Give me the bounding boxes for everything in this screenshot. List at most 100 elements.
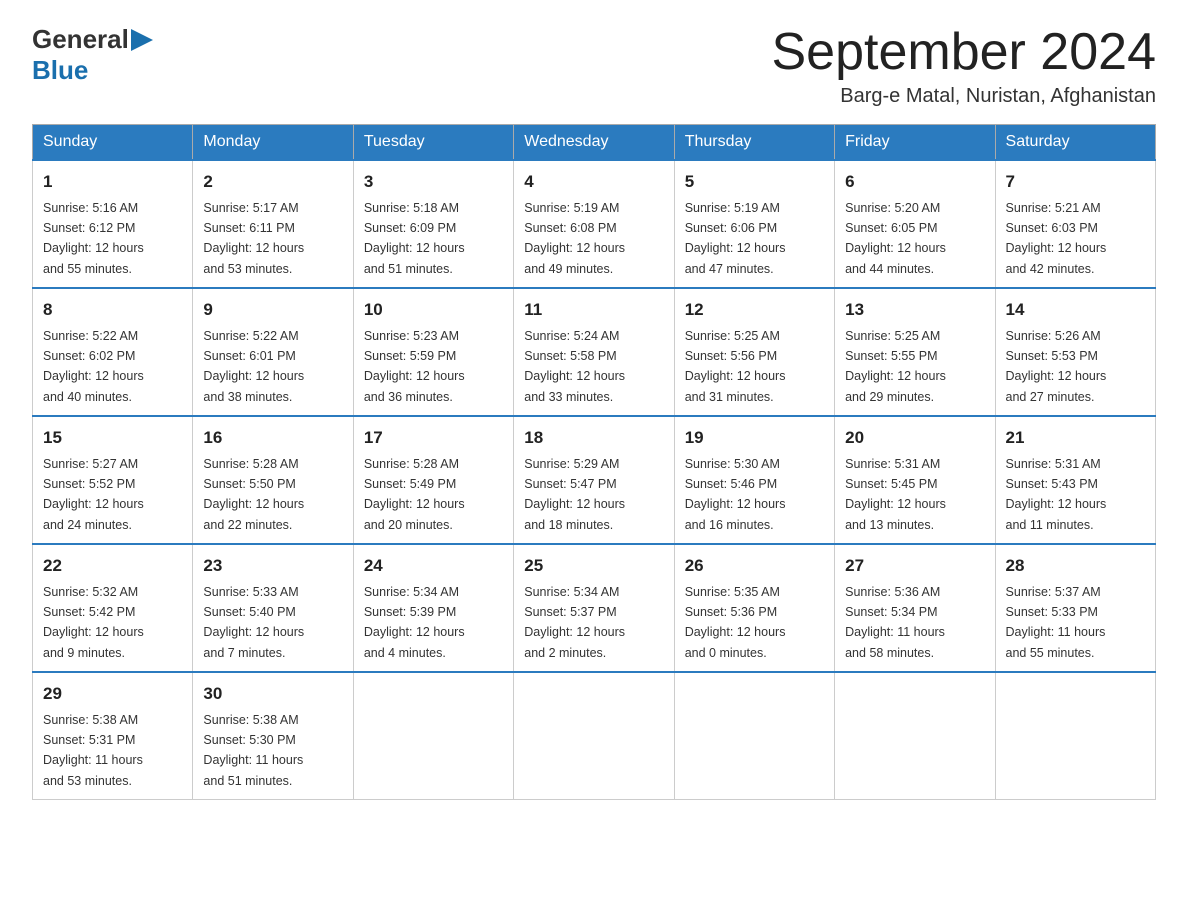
calendar-cell: 11Sunrise: 5:24 AMSunset: 5:58 PMDayligh… [514, 288, 674, 416]
calendar-cell: 7 Sunrise: 5:21 AMSunset: 6:03 PMDaylight… [995, 160, 1155, 288]
day-info: Sunrise: 5:18 AMSunset: 6:09 PMDaylight:… [364, 201, 465, 276]
day-number: 9 [203, 297, 342, 323]
col-header-saturday: Saturday [995, 125, 1155, 161]
day-number: 19 [685, 425, 824, 451]
day-number: 30 [203, 681, 342, 707]
calendar-cell: 30 Sunrise: 5:38 AMSunset: 5:30 PMDayligh… [193, 672, 353, 800]
calendar-cell: 24Sunrise: 5:34 AMSunset: 5:39 PMDayligh… [353, 544, 513, 672]
calendar-table: SundayMondayTuesdayWednesdayThursdayFrid… [32, 124, 1156, 800]
day-info: Sunrise: 5:25 AMSunset: 5:55 PMDaylight:… [845, 329, 946, 404]
calendar-cell: 25 Sunrise: 5:34 AMSunset: 5:37 PMDayligh… [514, 544, 674, 672]
day-info: Sunrise: 5:21 AMSunset: 6:03 PMDaylight:… [1006, 201, 1107, 276]
calendar-cell: 2 Sunrise: 5:17 AMSunset: 6:11 PMDaylight… [193, 160, 353, 288]
day-info: Sunrise: 5:38 AMSunset: 5:30 PMDaylight:… [203, 713, 303, 788]
day-info: Sunrise: 5:20 AMSunset: 6:05 PMDaylight:… [845, 201, 946, 276]
day-info: Sunrise: 5:27 AMSunset: 5:52 PMDaylight:… [43, 457, 144, 532]
day-number: 2 [203, 169, 342, 195]
logo: General Blue [32, 24, 153, 86]
day-info: Sunrise: 5:25 AMSunset: 5:56 PMDaylight:… [685, 329, 786, 404]
calendar-cell: 4 Sunrise: 5:19 AMSunset: 6:08 PMDaylight… [514, 160, 674, 288]
day-number: 23 [203, 553, 342, 579]
calendar-cell: 23 Sunrise: 5:33 AMSunset: 5:40 PMDayligh… [193, 544, 353, 672]
day-number: 4 [524, 169, 663, 195]
day-info: Sunrise: 5:35 AMSunset: 5:36 PMDaylight:… [685, 585, 786, 660]
day-info: Sunrise: 5:17 AMSunset: 6:11 PMDaylight:… [203, 201, 304, 276]
day-info: Sunrise: 5:16 AMSunset: 6:12 PMDaylight:… [43, 201, 144, 276]
day-info: Sunrise: 5:30 AMSunset: 5:46 PMDaylight:… [685, 457, 786, 532]
calendar-cell: 20Sunrise: 5:31 AMSunset: 5:45 PMDayligh… [835, 416, 995, 544]
calendar-cell: 21 Sunrise: 5:31 AMSunset: 5:43 PMDayligh… [995, 416, 1155, 544]
logo-general-text: General [32, 24, 129, 55]
day-info: Sunrise: 5:22 AMSunset: 6:01 PMDaylight:… [203, 329, 304, 404]
day-number: 21 [1006, 425, 1145, 451]
day-info: Sunrise: 5:19 AMSunset: 6:08 PMDaylight:… [524, 201, 625, 276]
calendar-cell: 22 Sunrise: 5:32 AMSunset: 5:42 PMDayligh… [33, 544, 193, 672]
title-block: September 2024 Barg-e Matal, Nuristan, A… [772, 24, 1157, 108]
calendar-cell [514, 672, 674, 800]
calendar-week-row: 8 Sunrise: 5:22 AMSunset: 6:02 PMDaylight… [33, 288, 1156, 416]
calendar-cell [353, 672, 513, 800]
day-info: Sunrise: 5:19 AMSunset: 6:06 PMDaylight:… [685, 201, 786, 276]
day-info: Sunrise: 5:38 AMSunset: 5:31 PMDaylight:… [43, 713, 143, 788]
logo-blue-text: Blue [32, 55, 88, 85]
calendar-cell [674, 672, 834, 800]
calendar-week-row: 1 Sunrise: 5:16 AMSunset: 6:12 PMDaylight… [33, 160, 1156, 288]
calendar-cell: 17Sunrise: 5:28 AMSunset: 5:49 PMDayligh… [353, 416, 513, 544]
col-header-wednesday: Wednesday [514, 125, 674, 161]
col-header-thursday: Thursday [674, 125, 834, 161]
day-number: 1 [43, 169, 182, 195]
day-number: 29 [43, 681, 182, 707]
day-info: Sunrise: 5:31 AMSunset: 5:43 PMDaylight:… [1006, 457, 1107, 532]
day-info: Sunrise: 5:29 AMSunset: 5:47 PMDaylight:… [524, 457, 625, 532]
col-header-tuesday: Tuesday [353, 125, 513, 161]
calendar-cell: 6 Sunrise: 5:20 AMSunset: 6:05 PMDaylight… [835, 160, 995, 288]
calendar-cell: 28Sunrise: 5:37 AMSunset: 5:33 PMDayligh… [995, 544, 1155, 672]
day-info: Sunrise: 5:26 AMSunset: 5:53 PMDaylight:… [1006, 329, 1107, 404]
day-number: 14 [1006, 297, 1145, 323]
calendar-cell: 8 Sunrise: 5:22 AMSunset: 6:02 PMDaylight… [33, 288, 193, 416]
day-number: 18 [524, 425, 663, 451]
col-header-monday: Monday [193, 125, 353, 161]
day-info: Sunrise: 5:34 AMSunset: 5:37 PMDaylight:… [524, 585, 625, 660]
calendar-cell: 27Sunrise: 5:36 AMSunset: 5:34 PMDayligh… [835, 544, 995, 672]
col-header-friday: Friday [835, 125, 995, 161]
day-info: Sunrise: 5:22 AMSunset: 6:02 PMDaylight:… [43, 329, 144, 404]
logo-icon [131, 27, 153, 53]
calendar-week-row: 29 Sunrise: 5:38 AMSunset: 5:31 PMDayligh… [33, 672, 1156, 800]
calendar-cell: 29 Sunrise: 5:38 AMSunset: 5:31 PMDayligh… [33, 672, 193, 800]
day-number: 17 [364, 425, 503, 451]
calendar-header-row: SundayMondayTuesdayWednesdayThursdayFrid… [33, 125, 1156, 161]
day-info: Sunrise: 5:24 AMSunset: 5:58 PMDaylight:… [524, 329, 625, 404]
day-info: Sunrise: 5:36 AMSunset: 5:34 PMDaylight:… [845, 585, 945, 660]
day-info: Sunrise: 5:33 AMSunset: 5:40 PMDaylight:… [203, 585, 304, 660]
calendar-week-row: 15 Sunrise: 5:27 AMSunset: 5:52 PMDayligh… [33, 416, 1156, 544]
calendar-cell: 13 Sunrise: 5:25 AMSunset: 5:55 PMDayligh… [835, 288, 995, 416]
calendar-cell: 9 Sunrise: 5:22 AMSunset: 6:01 PMDaylight… [193, 288, 353, 416]
calendar-cell: 12Sunrise: 5:25 AMSunset: 5:56 PMDayligh… [674, 288, 834, 416]
day-number: 5 [685, 169, 824, 195]
day-number: 3 [364, 169, 503, 195]
day-number: 22 [43, 553, 182, 579]
calendar-week-row: 22 Sunrise: 5:32 AMSunset: 5:42 PMDayligh… [33, 544, 1156, 672]
month-year-title: September 2024 [772, 24, 1157, 81]
calendar-cell: 10Sunrise: 5:23 AMSunset: 5:59 PMDayligh… [353, 288, 513, 416]
day-number: 8 [43, 297, 182, 323]
day-number: 15 [43, 425, 182, 451]
day-number: 20 [845, 425, 984, 451]
day-number: 13 [845, 297, 984, 323]
day-number: 7 [1006, 169, 1145, 195]
day-number: 26 [685, 553, 824, 579]
day-number: 6 [845, 169, 984, 195]
day-info: Sunrise: 5:28 AMSunset: 5:50 PMDaylight:… [203, 457, 304, 532]
calendar-cell: 3 Sunrise: 5:18 AMSunset: 6:09 PMDaylight… [353, 160, 513, 288]
day-info: Sunrise: 5:32 AMSunset: 5:42 PMDaylight:… [43, 585, 144, 660]
day-number: 10 [364, 297, 503, 323]
calendar-cell: 26 Sunrise: 5:35 AMSunset: 5:36 PMDayligh… [674, 544, 834, 672]
calendar-cell: 16Sunrise: 5:28 AMSunset: 5:50 PMDayligh… [193, 416, 353, 544]
calendar-cell [835, 672, 995, 800]
day-number: 28 [1006, 553, 1145, 579]
location-subtitle: Barg-e Matal, Nuristan, Afghanistan [772, 85, 1157, 108]
calendar-cell: 14 Sunrise: 5:26 AMSunset: 5:53 PMDayligh… [995, 288, 1155, 416]
day-number: 25 [524, 553, 663, 579]
calendar-cell: 1 Sunrise: 5:16 AMSunset: 6:12 PMDaylight… [33, 160, 193, 288]
